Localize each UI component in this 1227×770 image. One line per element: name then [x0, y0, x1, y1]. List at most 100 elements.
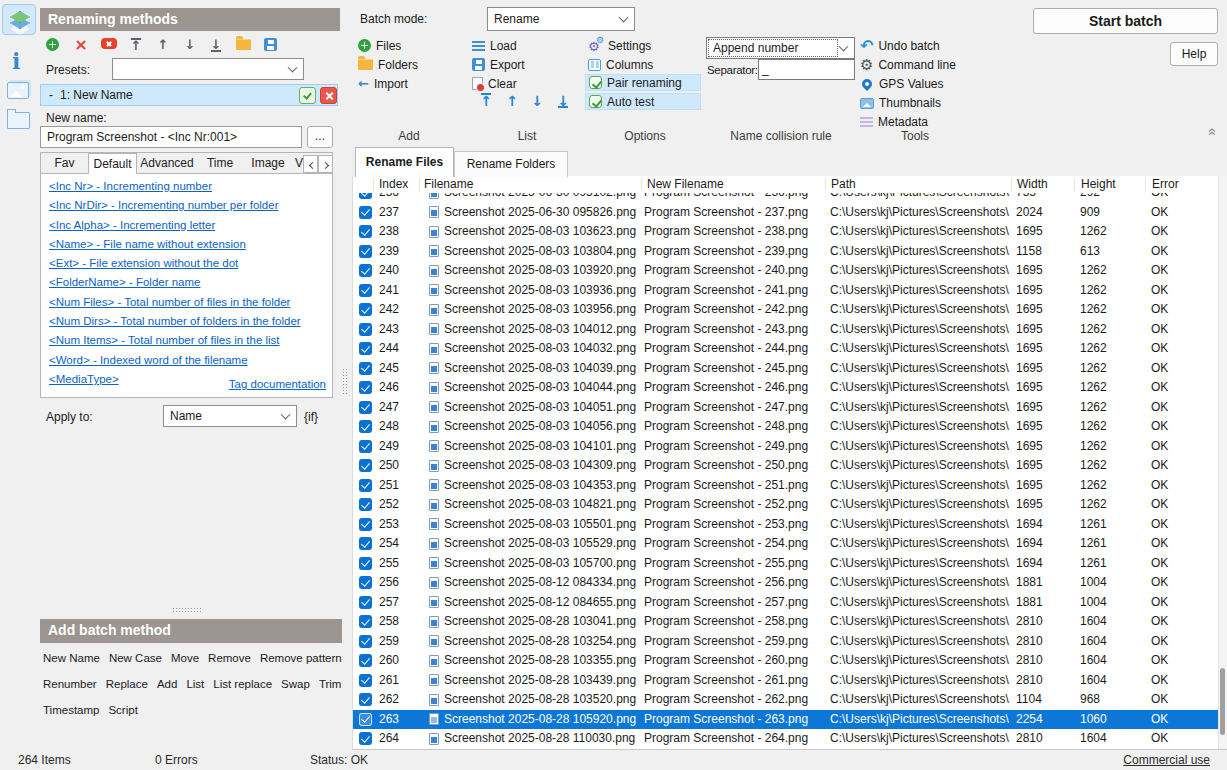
table-row[interactable]: 241Screenshot 2025-08-03 103936.pngProgr…: [353, 281, 1219, 301]
column-header-new-filename[interactable]: New Filename: [647, 177, 724, 191]
row-checkbox[interactable]: [359, 674, 372, 687]
tab-advanced[interactable]: Advanced: [137, 153, 197, 173]
row-checkbox[interactable]: [359, 459, 372, 472]
table-row[interactable]: 254Screenshot 2025-08-03 105529.pngProgr…: [353, 534, 1219, 554]
move-file-bottom-button[interactable]: ↓: [556, 93, 570, 109]
move-file-top-button[interactable]: ↑: [479, 93, 493, 109]
rail-folders-button[interactable]: [2, 108, 36, 139]
row-checkbox[interactable]: [359, 635, 372, 648]
table-row[interactable]: 256Screenshot 2025-08-12 084334.pngProgr…: [353, 573, 1219, 593]
presets-dropdown[interactable]: [112, 58, 304, 80]
row-checkbox[interactable]: [359, 225, 372, 238]
clear-button[interactable]: Clear: [472, 75, 517, 92]
column-header-index[interactable]: Index: [379, 177, 408, 191]
tab-rename-files[interactable]: Rename Files: [355, 147, 454, 177]
table-row[interactable]: 247Screenshot 2025-08-03 104051.pngProgr…: [353, 398, 1219, 418]
move-file-up-button[interactable]: ↑: [505, 93, 519, 109]
table-row[interactable]: 257Screenshot 2025-08-12 084655.pngProgr…: [353, 593, 1219, 613]
row-checkbox[interactable]: [359, 537, 372, 550]
row-checkbox[interactable]: [359, 401, 372, 414]
table-row[interactable]: 255Screenshot 2025-08-03 105700.pngProgr…: [353, 554, 1219, 574]
add-files-button[interactable]: Files: [358, 37, 401, 54]
row-checkbox[interactable]: [359, 440, 372, 453]
row-checkbox[interactable]: [359, 323, 372, 336]
table-row[interactable]: 259Screenshot 2025-08-28 103254.pngProgr…: [353, 632, 1219, 652]
table-row[interactable]: 246Screenshot 2025-08-03 104044.pngProgr…: [353, 378, 1219, 398]
add-folders-button[interactable]: Folders: [358, 56, 418, 73]
add-batch-script[interactable]: Script: [108, 704, 137, 716]
table-row[interactable]: 244Screenshot 2025-08-03 104032.pngProgr…: [353, 339, 1219, 359]
add-batch-new-name[interactable]: New Name: [43, 652, 100, 664]
add-batch-timestamp[interactable]: Timestamp: [43, 704, 99, 716]
table-row[interactable]: 242Screenshot 2025-08-03 103956.pngProgr…: [353, 300, 1219, 320]
method-header[interactable]: - 1: New Name: [40, 84, 338, 106]
row-checkbox[interactable]: [359, 557, 372, 570]
table-row[interactable]: 248Screenshot 2025-08-03 104056.pngProgr…: [353, 417, 1219, 437]
row-checkbox[interactable]: [359, 732, 372, 745]
add-batch-add[interactable]: Add: [157, 678, 177, 690]
row-checkbox[interactable]: [359, 206, 372, 219]
separator-input[interactable]: _: [758, 59, 855, 80]
export-button[interactable]: Export: [472, 56, 525, 73]
tab-rename-folders[interactable]: Rename Folders: [454, 151, 568, 177]
table-row[interactable]: 250Screenshot 2025-08-03 104309.pngProgr…: [353, 456, 1219, 476]
pair-renaming-checkbox[interactable]: Pair renaming: [585, 74, 701, 91]
tab-default[interactable]: Default: [88, 153, 137, 174]
import-button[interactable]: Import: [358, 75, 408, 92]
column-header-path[interactable]: Path: [831, 177, 856, 191]
tag-link[interactable]: <Word> - Indexed word of the filename: [49, 351, 301, 370]
tag-link[interactable]: <FolderName> - Folder name: [49, 273, 301, 292]
rail-images-button[interactable]: [2, 78, 36, 109]
browse-tags-button[interactable]: ...: [307, 126, 333, 148]
row-checkbox[interactable]: [359, 303, 372, 316]
open-preset-button[interactable]: [236, 36, 254, 54]
delete-method-button[interactable]: [74, 36, 92, 54]
tag-link[interactable]: <Name> - File name without extension: [49, 235, 301, 254]
delete-all-methods-button[interactable]: [101, 36, 119, 54]
move-method-top-button[interactable]: ↑: [128, 36, 146, 54]
add-batch-remove-pattern[interactable]: Remove pattern: [260, 652, 342, 664]
move-method-up-button[interactable]: ↑: [155, 36, 173, 54]
table-row[interactable]: 258Screenshot 2025-08-28 103041.pngProgr…: [353, 612, 1219, 632]
method-collapse[interactable]: -: [49, 88, 53, 102]
gps-values-button[interactable]: GPS Values: [860, 75, 943, 92]
command-line-button[interactable]: Command line: [860, 56, 956, 73]
add-batch-list-replace[interactable]: List replace: [213, 678, 272, 690]
row-checkbox[interactable]: [359, 654, 372, 667]
table-row[interactable]: 262Screenshot 2025-08-28 103520.pngProgr…: [353, 690, 1219, 710]
if-button[interactable]: {if}: [304, 410, 318, 424]
add-batch-move[interactable]: Move: [171, 652, 199, 664]
auto-test-checkbox[interactable]: Auto test: [585, 93, 701, 110]
apply-to-dropdown[interactable]: Name: [163, 405, 297, 427]
tab-time[interactable]: Time: [197, 153, 243, 173]
method-delete-button[interactable]: [320, 87, 337, 104]
batch-mode-dropdown[interactable]: Rename: [487, 7, 635, 31]
table-row[interactable]: 245Screenshot 2025-08-03 104039.pngProgr…: [353, 359, 1219, 379]
row-checkbox[interactable]: [359, 420, 372, 433]
table-row[interactable]: 251Screenshot 2025-08-03 104353.pngProgr…: [353, 476, 1219, 496]
table-row[interactable]: 252Screenshot 2025-08-03 104821.pngProgr…: [353, 495, 1219, 515]
add-batch-replace[interactable]: Replace: [106, 678, 148, 690]
row-checkbox[interactable]: [359, 498, 372, 511]
row-checkbox[interactable]: [359, 245, 372, 258]
add-batch-new-case[interactable]: New Case: [109, 652, 162, 664]
table-row[interactable]: 243Screenshot 2025-08-03 104012.pngProgr…: [353, 320, 1219, 340]
row-checkbox[interactable]: [359, 284, 372, 297]
row-checkbox[interactable]: [359, 596, 372, 609]
tag-link[interactable]: <Inc Alpha> - Incrementing letter: [49, 216, 301, 235]
row-checkbox[interactable]: [359, 518, 372, 531]
rail-info-button[interactable]: i: [2, 48, 36, 79]
metadata-button[interactable]: Metadata: [860, 113, 928, 130]
rail-renaming-methods-button[interactable]: [2, 4, 36, 35]
tag-link[interactable]: <Ext> - File extension without the dot: [49, 254, 301, 273]
start-batch-button[interactable]: Start batch: [1033, 8, 1218, 34]
table-row[interactable]: 263Screenshot 2025-08-28 105920.pngProgr…: [353, 710, 1219, 730]
scrollbar-thumb[interactable]: [1220, 668, 1225, 735]
table-row[interactable]: 264Screenshot 2025-08-28 110030.pngProgr…: [353, 729, 1219, 749]
tag-link[interactable]: <Num Dirs> - Total number of folders in …: [49, 312, 301, 331]
tag-link[interactable]: <Num Files> - Total number of files in t…: [49, 293, 301, 312]
table-row[interactable]: 239Screenshot 2025-08-03 103804.pngProgr…: [353, 242, 1219, 262]
add-batch-renumber[interactable]: Renumber: [43, 678, 97, 690]
add-batch-remove[interactable]: Remove: [208, 652, 251, 664]
columns-button[interactable]: Columns: [588, 56, 653, 73]
